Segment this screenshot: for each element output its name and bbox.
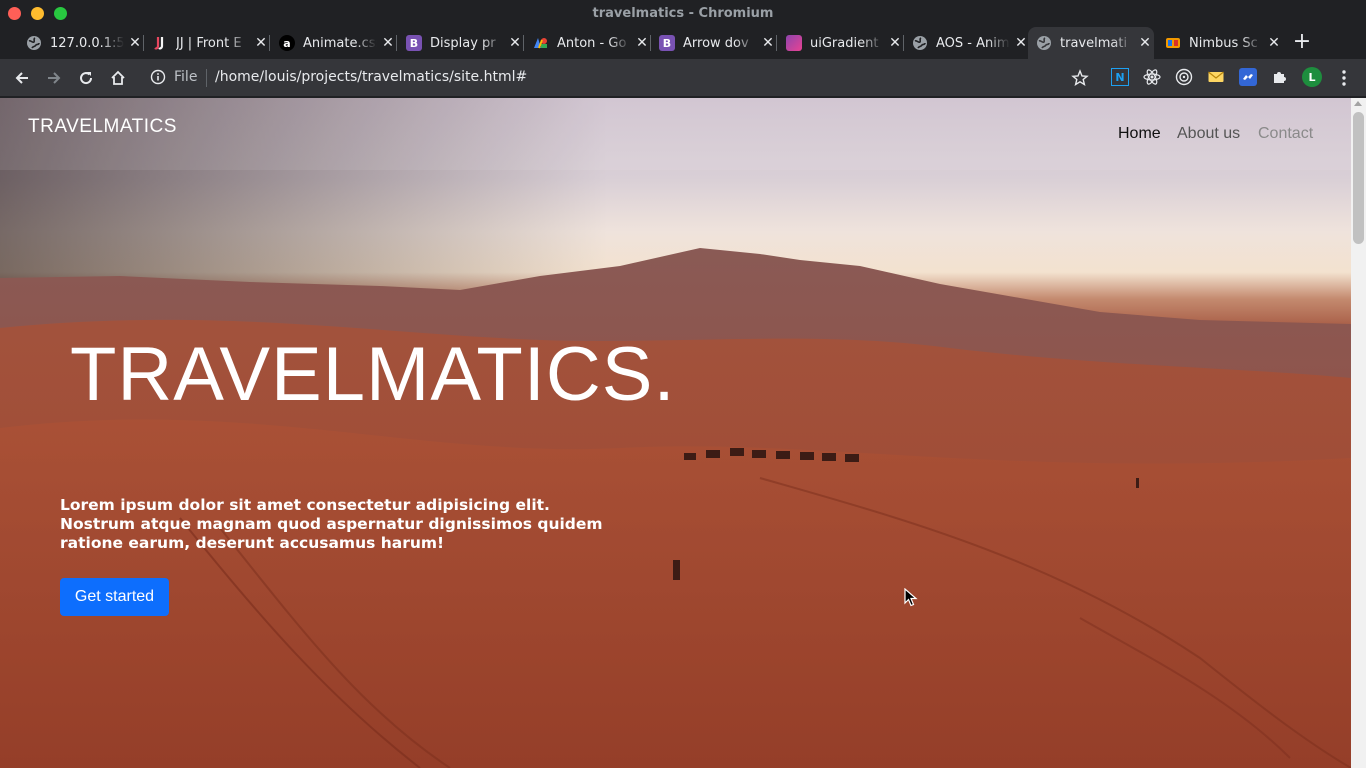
hero-title: TRAVELMATICS. [70, 332, 676, 417]
page-scrollbar[interactable] [1351, 98, 1366, 768]
site-navbar: TRAVELMATICS Home About us Contact [0, 98, 1351, 170]
tab-separator [396, 35, 397, 51]
globe-icon [912, 35, 928, 51]
url-text[interactable]: /home/louis/projects/travelmatics/site.h… [215, 69, 527, 85]
address-bar[interactable]: File /home/louis/projects/travelmatics/s… [140, 63, 1100, 93]
google-fonts-icon [533, 35, 549, 51]
fonts-icon [1165, 35, 1181, 51]
window-titlebar: travelmatics - Chromium [0, 0, 1366, 27]
target-extension-icon[interactable] [1175, 68, 1193, 86]
tab-active[interactable]: travelmati ✕ [1028, 27, 1154, 59]
mouse-cursor-icon [904, 588, 918, 607]
puzzle-extensions-icon[interactable] [1271, 68, 1289, 86]
tab-label: JJ | Front E [176, 35, 242, 51]
reload-icon[interactable] [74, 66, 98, 90]
site-brand-logo[interactable]: TRAVELMATICS [28, 116, 177, 138]
forward-arrow-icon[interactable] [42, 66, 66, 90]
close-icon[interactable]: ✕ [128, 35, 142, 51]
tab[interactable]: Nimbus Sc ✕ [1157, 27, 1283, 59]
back-arrow-icon[interactable] [10, 66, 34, 90]
tab-label: Arrow dov [683, 35, 749, 51]
nav-link-contact[interactable]: Contact [1258, 125, 1313, 143]
globe-icon [26, 35, 42, 51]
tab[interactable]: 127.0.0.1:5 ✕ [18, 27, 144, 59]
react-devtools-icon[interactable] [1143, 68, 1161, 86]
bookmark-star-icon[interactable] [1068, 66, 1092, 90]
tab[interactable]: Anton - Go ✕ [525, 27, 651, 59]
desert-background-image [0, 248, 1351, 768]
scroll-up-arrow-icon[interactable] [1354, 101, 1362, 106]
tab[interactable]: JJ | Front E ✕ [144, 27, 270, 59]
scrollbar-thumb[interactable] [1353, 112, 1364, 244]
tab[interactable]: B Display pr ✕ [398, 27, 524, 59]
tab-label: uiGradient [810, 35, 879, 51]
tab-strip: 127.0.0.1:5 ✕ JJ | Front E ✕ a Animate.c… [0, 27, 1366, 59]
mail-extension-icon[interactable] [1207, 68, 1225, 86]
kebab-menu-icon[interactable] [1332, 66, 1356, 90]
close-icon[interactable]: ✕ [635, 35, 649, 51]
tab-label: AOS - Anim [936, 35, 1010, 51]
tab-label: Anton - Go [557, 35, 627, 51]
tab-label: Animate.css [303, 35, 377, 51]
page-viewport: TRAVELMATICS Home About us Contact TRAVE… [0, 98, 1351, 768]
omnibox-divider [206, 69, 207, 87]
url-scheme-label: File [174, 69, 198, 85]
close-icon[interactable]: ✕ [254, 35, 268, 51]
home-icon[interactable] [106, 66, 130, 90]
tab-label: travelmati [1060, 35, 1128, 51]
close-icon[interactable]: ✕ [508, 35, 522, 51]
new-tab-button[interactable]: + [1292, 31, 1312, 55]
tab-label: Nimbus Sc [1189, 35, 1258, 51]
nav-link-about[interactable]: About us [1177, 125, 1240, 143]
tab-separator [523, 35, 524, 51]
tab[interactable]: B Arrow dov ✕ [651, 27, 777, 59]
tab[interactable]: a Animate.css ✕ [271, 27, 397, 59]
messenger-extension-icon[interactable] [1239, 68, 1257, 86]
tab-label: 127.0.0.1:5 [50, 35, 124, 51]
hero-description: Lorem ipsum dolor sit amet consectetur a… [60, 496, 603, 552]
get-started-button[interactable]: Get started [60, 578, 169, 616]
tab-separator [269, 35, 270, 51]
close-icon[interactable]: ✕ [1138, 35, 1152, 51]
close-icon[interactable]: ✕ [761, 35, 775, 51]
tab[interactable]: AOS - Anim ✕ [904, 27, 1030, 59]
jj-logo-icon [152, 35, 168, 51]
bootstrap-icon: B [659, 35, 675, 51]
info-icon[interactable] [150, 69, 166, 85]
extension-n-icon[interactable]: N [1111, 68, 1129, 86]
amazon-icon: a [279, 35, 295, 51]
close-icon[interactable]: ✕ [381, 35, 395, 51]
profile-avatar[interactable]: L [1302, 67, 1322, 87]
tab-separator [776, 35, 777, 51]
window-title: travelmatics - Chromium [592, 6, 774, 21]
close-icon[interactable]: ✕ [1267, 35, 1281, 51]
nav-link-home[interactable]: Home [1118, 125, 1161, 143]
tab-label: Display pr [430, 35, 496, 51]
bootstrap-icon: B [406, 35, 422, 51]
close-icon[interactable]: ✕ [1014, 35, 1028, 51]
gradient-icon [786, 35, 802, 51]
tab[interactable]: uiGradient ✕ [778, 27, 904, 59]
browser-toolbar: File /home/louis/projects/travelmatics/s… [0, 59, 1366, 97]
close-icon[interactable]: ✕ [888, 35, 902, 51]
globe-icon [1036, 35, 1052, 51]
